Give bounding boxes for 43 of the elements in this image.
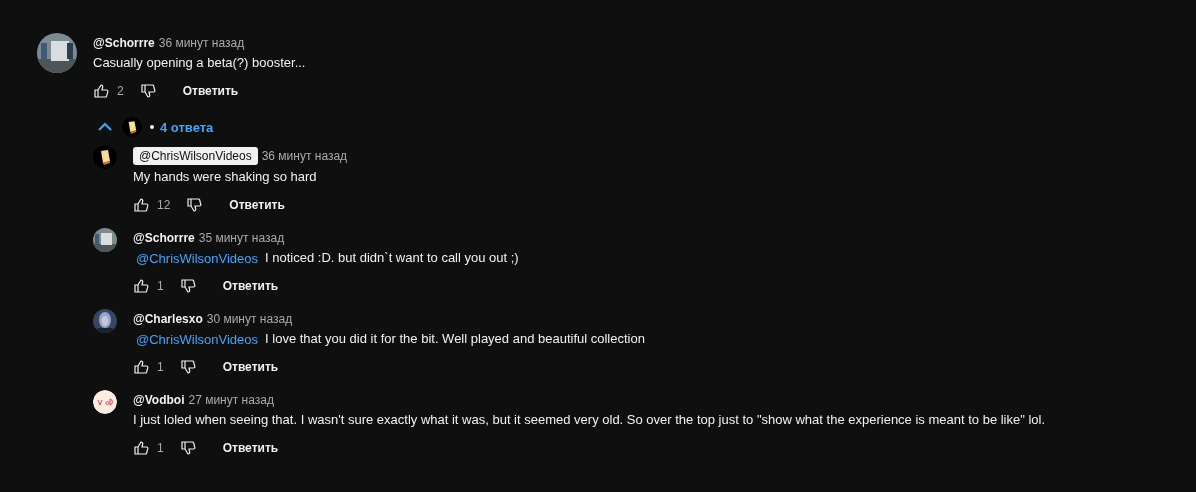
comment-time[interactable]: 27 минут назад	[188, 393, 274, 407]
author-name[interactable]: @ChrisWilsonVideos	[133, 147, 258, 165]
thumbs-up-icon[interactable]	[93, 83, 109, 99]
like-count: 1	[157, 279, 164, 293]
doodle-avatar-icon	[93, 390, 117, 414]
like-count: 1	[157, 441, 164, 455]
thumbs-up-icon[interactable]	[133, 278, 149, 294]
thumbs-up-icon[interactable]	[133, 197, 149, 213]
reply-button[interactable]: Ответить	[222, 279, 279, 293]
thumbs-down-icon[interactable]	[139, 83, 156, 99]
like-count: 2	[117, 84, 124, 98]
comment-time[interactable]: 36 минут назад	[261, 149, 348, 163]
thumbs-down-icon[interactable]	[179, 359, 196, 375]
chevron-icon[interactable]	[97, 122, 113, 132]
comment-time[interactable]: 30 минут назад	[206, 312, 293, 326]
like-count: 1	[157, 360, 164, 374]
author-name[interactable]: @Schorrre	[93, 36, 155, 50]
comment-text: I just loled when seeing that. I wasn't sure exactly what it was, but it seemed very old. So over the top just to "show what the experience is meant to be like" lol.	[133, 411, 1046, 429]
block-logo-icon	[93, 145, 117, 169]
comment-text: I love that you did it for the bit. Well played and beautiful collection	[265, 330, 645, 348]
author-name[interactable]: @Charlesxo	[133, 312, 203, 326]
separator-dot	[150, 125, 154, 129]
author-name[interactable]: @Schorrre	[133, 231, 195, 245]
thumbs-down-icon[interactable]	[179, 278, 196, 294]
thumbs-down-icon[interactable]	[186, 197, 203, 213]
comment-text: I noticed :D. but didn`t want to call you out ;)	[265, 249, 519, 267]
author-name[interactable]: @Vodboi	[133, 393, 185, 407]
reply-button[interactable]: Ответить	[229, 198, 285, 212]
comment-time[interactable]: 36 минут назад	[158, 36, 245, 50]
mention-link[interactable]: @ChrisWilsonVideos	[136, 331, 259, 347]
mention-link[interactable]: @ChrisWilsonVideos	[136, 250, 259, 266]
comment-text: Casually opening a beta(?) booster...	[93, 54, 307, 72]
block-logo-icon	[122, 117, 142, 137]
reply-button[interactable]: Ответить	[182, 84, 239, 98]
thumbs-down-icon[interactable]	[179, 440, 196, 456]
comment-time[interactable]: 35 минут назад	[198, 231, 285, 245]
thumbs-up-icon[interactable]	[133, 440, 149, 456]
replies-toggle[interactable]: 4 ответа	[160, 119, 214, 135]
reply-button[interactable]: Ответить	[222, 360, 279, 374]
like-count: 12	[157, 198, 171, 212]
thumbs-up-icon[interactable]	[133, 359, 149, 375]
comment-text: My hands were shaking so hard	[133, 168, 317, 186]
reply-button[interactable]: Ответить	[222, 441, 279, 455]
